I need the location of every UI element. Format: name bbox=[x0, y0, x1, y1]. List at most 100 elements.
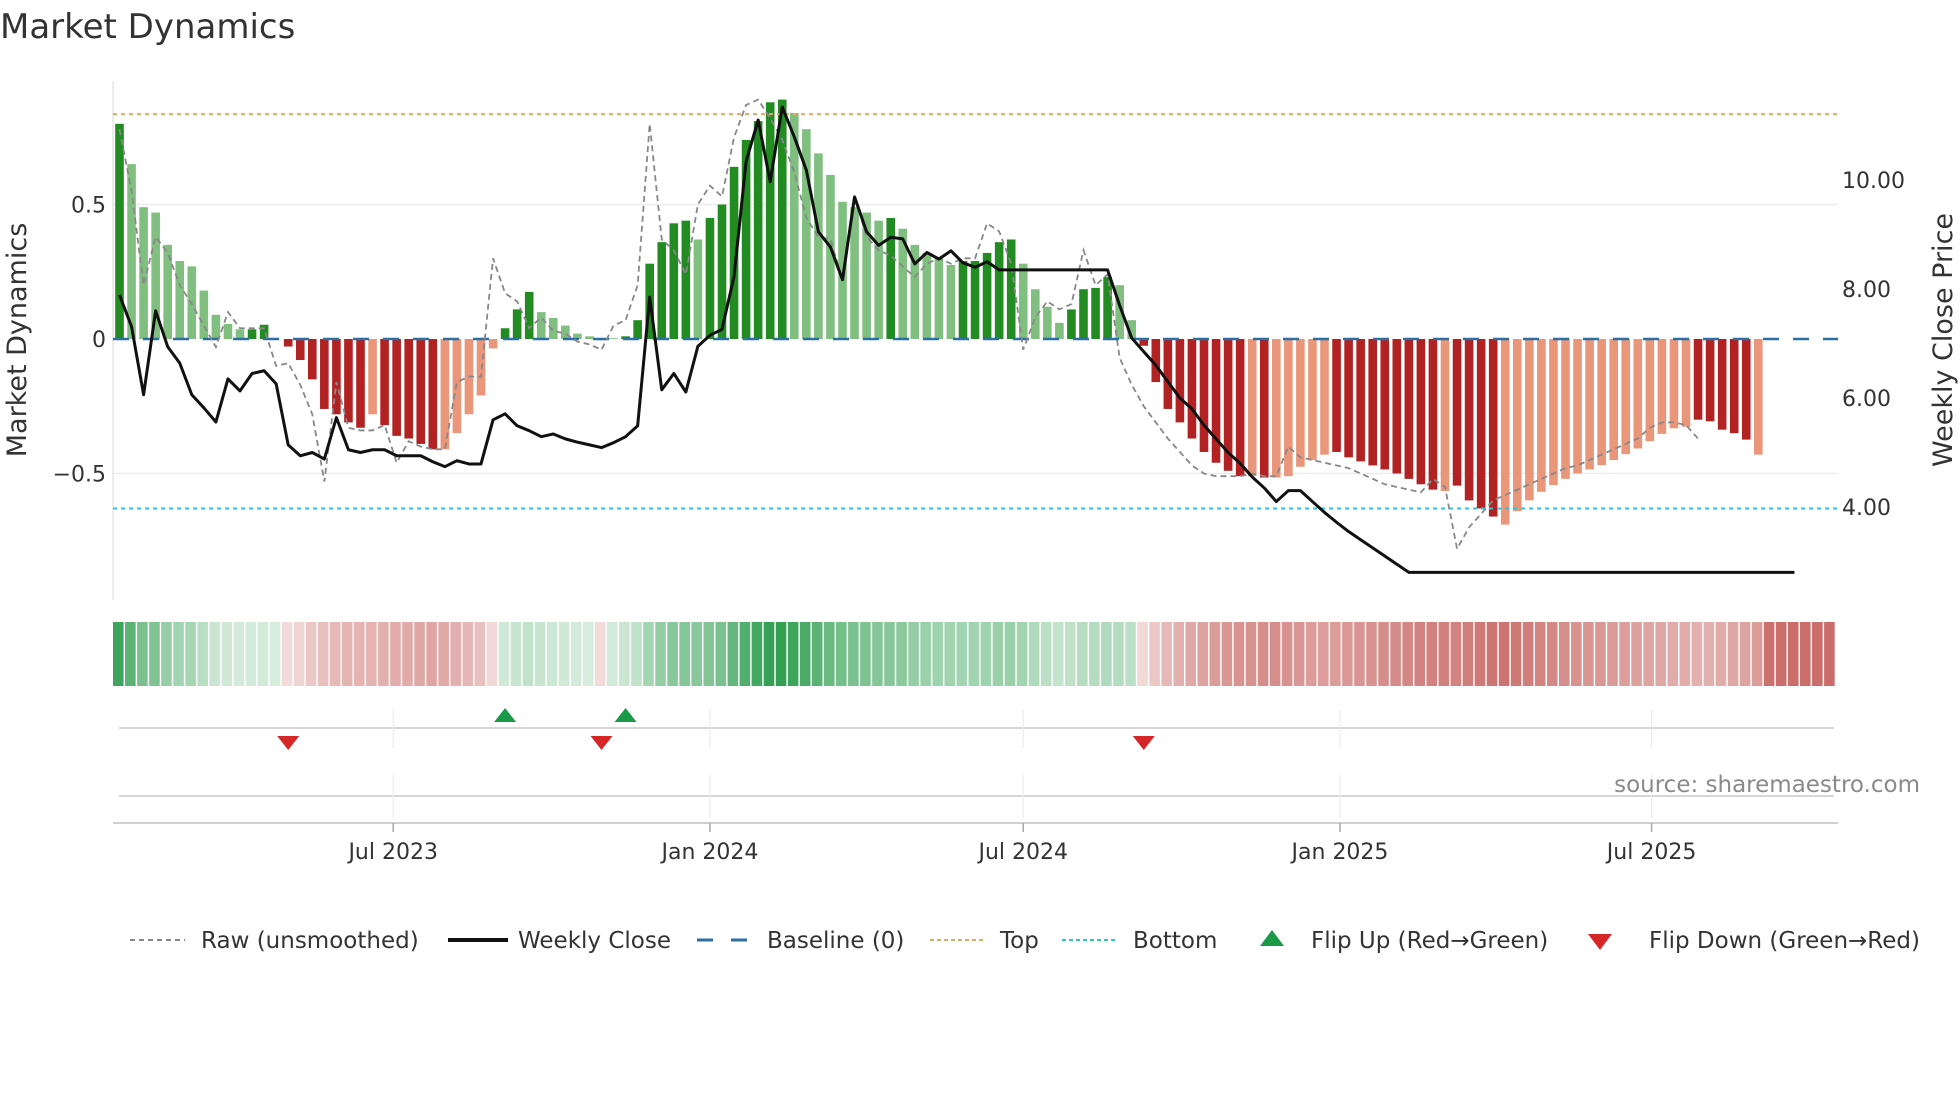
right-tick-label: 4.00 bbox=[1842, 496, 1891, 521]
dynamics-bar bbox=[982, 252, 992, 339]
dynamics-bar bbox=[1464, 339, 1474, 501]
dynamics-bar bbox=[1741, 339, 1751, 440]
strip-cell bbox=[655, 622, 666, 686]
strip-cell bbox=[1812, 622, 1823, 686]
strip-cell bbox=[968, 622, 980, 686]
dynamics-bar bbox=[1320, 339, 1329, 455]
dynamics-bar bbox=[1380, 339, 1390, 470]
dynamics-bar bbox=[235, 329, 245, 339]
dynamics-bar bbox=[380, 339, 389, 426]
market-dynamics-chart: Market Dynamics 0.5 0 −0.5 10.00 8.00 6.00 4.… bbox=[0, 7, 1959, 954]
strip-cell bbox=[980, 622, 992, 686]
dynamics-bar bbox=[1549, 339, 1558, 486]
strip-cell bbox=[1643, 622, 1654, 686]
flip-down-marker bbox=[1132, 736, 1155, 750]
dynamics-bar bbox=[609, 338, 618, 339]
strip-cell bbox=[462, 622, 474, 686]
dynamics-bar bbox=[1308, 339, 1317, 461]
legend-label: Flip Down (Green→Red) bbox=[1649, 928, 1920, 954]
strip-cell bbox=[956, 622, 968, 686]
flip-up-marker bbox=[614, 708, 637, 722]
dynamics-bar bbox=[1561, 339, 1570, 479]
dynamics-bar bbox=[1055, 322, 1064, 339]
strip-cell bbox=[1197, 622, 1209, 686]
left-tick-label: 0.5 bbox=[71, 194, 106, 219]
strip-cell bbox=[751, 622, 763, 686]
source-watermark: source: sharemaestro.com bbox=[1614, 772, 1920, 798]
dynamics-bar bbox=[308, 339, 317, 380]
strip-cell bbox=[775, 622, 787, 686]
strip-cell bbox=[546, 622, 558, 686]
chart-title: Market Dynamics bbox=[0, 7, 295, 47]
strip-cell bbox=[1245, 622, 1257, 686]
strip-cell bbox=[1064, 622, 1076, 686]
strip-cell bbox=[787, 622, 799, 686]
strip-cell bbox=[860, 622, 871, 686]
strip-cell bbox=[1077, 622, 1088, 686]
strip-cell bbox=[1173, 622, 1184, 686]
dynamics-bar bbox=[356, 339, 365, 428]
strip-cell bbox=[341, 622, 353, 686]
strip-cell bbox=[1414, 622, 1425, 686]
right-tick-label: 6.00 bbox=[1842, 387, 1891, 412]
legend-item-up: Flip Up (Red→Green) bbox=[1260, 928, 1548, 954]
strip-cell bbox=[1631, 622, 1642, 686]
dynamics-bar bbox=[1247, 339, 1257, 477]
strip-cell bbox=[1510, 622, 1522, 686]
left-tick-label: −0.5 bbox=[53, 463, 106, 488]
dynamics-bar bbox=[765, 102, 775, 339]
right-tick-label: 10.00 bbox=[1842, 169, 1905, 194]
strip-cell bbox=[558, 622, 570, 686]
strip-cell bbox=[149, 622, 160, 686]
flip-markers-panel bbox=[119, 708, 1834, 818]
dynamics-bar bbox=[1440, 339, 1450, 491]
dynamics-bar bbox=[344, 339, 353, 423]
dynamics-bar bbox=[1669, 339, 1679, 429]
strip-cell bbox=[1522, 622, 1534, 686]
strip-cell bbox=[1763, 622, 1775, 686]
strip-cell bbox=[679, 622, 690, 686]
strip-cell bbox=[1101, 622, 1112, 686]
strip-cell bbox=[1679, 622, 1691, 686]
strip-cell bbox=[486, 622, 498, 686]
strip-cell bbox=[1318, 622, 1329, 686]
dynamics-bar bbox=[1597, 339, 1606, 466]
flip-up-marker bbox=[494, 708, 517, 722]
dynamics-bar bbox=[1717, 339, 1727, 430]
strip-cell bbox=[1450, 622, 1462, 686]
strip-cell bbox=[402, 622, 413, 686]
strip-cell bbox=[1559, 622, 1570, 686]
strip-cell bbox=[438, 622, 449, 686]
dynamics-bar bbox=[946, 265, 956, 339]
strip-cell bbox=[209, 622, 220, 686]
strip-cell bbox=[317, 622, 329, 686]
strip-cell bbox=[125, 622, 136, 686]
dynamics-bar bbox=[657, 242, 667, 339]
dynamics-bar bbox=[1344, 339, 1353, 458]
dynamics-bar bbox=[1488, 339, 1498, 517]
dynamics-bar bbox=[211, 314, 221, 339]
strip-cell bbox=[510, 622, 522, 686]
dynamics-bar bbox=[1537, 339, 1546, 492]
strip-cell bbox=[884, 622, 895, 686]
dynamics-bar bbox=[1163, 339, 1173, 409]
strip-cell bbox=[474, 622, 486, 686]
strip-cell bbox=[1281, 622, 1293, 686]
right-tick-labels: 10.00 8.00 6.00 4.00 bbox=[1842, 169, 1905, 521]
left-tick-labels: 0.5 0 −0.5 bbox=[53, 194, 106, 488]
dynamics-bar bbox=[1476, 339, 1486, 509]
strip-cell bbox=[257, 622, 269, 686]
strip-cell bbox=[1534, 622, 1546, 686]
strip-cell bbox=[1257, 622, 1269, 686]
dynamics-bar bbox=[1525, 339, 1534, 501]
strip-cell bbox=[1751, 622, 1763, 686]
strip-cell bbox=[823, 622, 835, 686]
strip-cell bbox=[233, 622, 245, 686]
strip-cell bbox=[703, 622, 715, 686]
strip-cell bbox=[1233, 622, 1245, 686]
strip-cell bbox=[1426, 622, 1438, 686]
dynamics-bar bbox=[1332, 339, 1341, 452]
legend-label: Raw (unsmoothed) bbox=[201, 928, 419, 954]
dynamics-bar bbox=[1621, 339, 1631, 455]
strip-cell bbox=[848, 622, 859, 686]
